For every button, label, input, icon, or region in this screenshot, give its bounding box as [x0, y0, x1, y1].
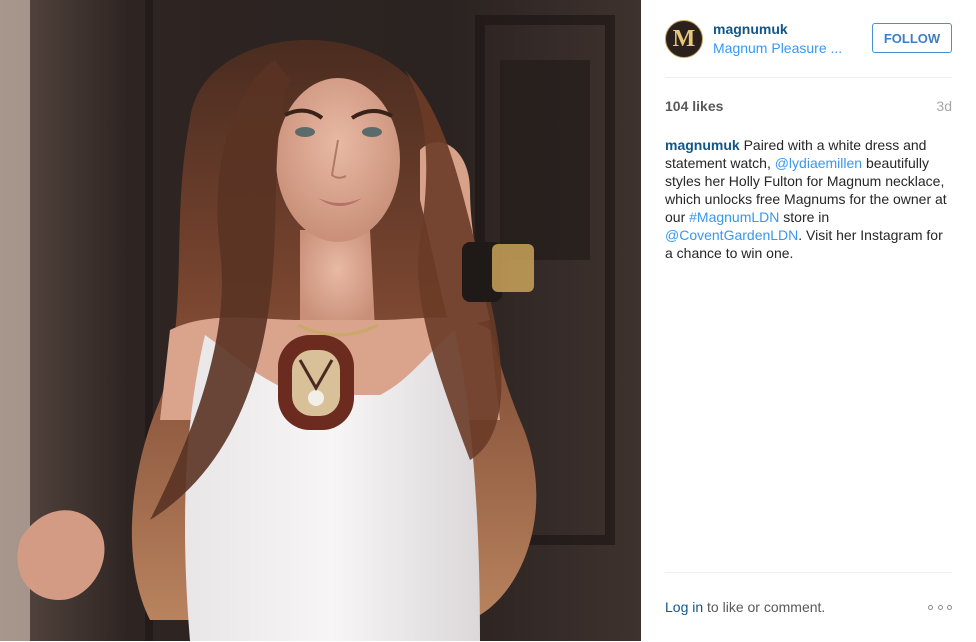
post-timestamp[interactable]: 3d — [936, 98, 952, 114]
post-details-panel: M magnumuk Magnum Pleasure ... FOLLOW 10… — [641, 0, 976, 641]
post-photo[interactable] — [0, 0, 641, 641]
username-link[interactable]: magnumuk — [713, 21, 788, 37]
dot-icon — [937, 604, 943, 610]
likes-count[interactable]: 104 likes — [665, 98, 723, 114]
dot-icon — [928, 604, 933, 610]
profile-avatar[interactable]: M — [665, 20, 703, 58]
mention-link[interactable]: @lydiaemillen — [775, 155, 862, 171]
mention-link[interactable]: @CoventGardenLDN — [665, 227, 798, 243]
caption-author-link[interactable]: magnumuk — [665, 137, 740, 153]
post-photo-illustration — [0, 0, 641, 641]
location-link[interactable]: Magnum Pleasure ... — [713, 40, 842, 56]
dot-icon — [947, 604, 952, 610]
caption-text: store in — [779, 209, 830, 225]
login-prompt: Log in to like or comment. — [665, 599, 825, 615]
post-header: M magnumuk Magnum Pleasure ... FOLLOW — [665, 0, 952, 78]
hashtag-link[interactable]: #MagnumLDN — [689, 209, 779, 225]
login-prompt-text: to like or comment. — [703, 599, 826, 615]
more-options-icon[interactable] — [928, 598, 952, 616]
post-footer: Log in to like or comment. — [665, 572, 952, 642]
post-caption: magnumuk Paired with a white dress and s… — [665, 136, 952, 262]
avatar-logo-letter: M — [672, 26, 696, 52]
login-link[interactable]: Log in — [665, 599, 703, 615]
follow-button[interactable]: FOLLOW — [872, 23, 952, 53]
likes-row: 104 likes 3d — [665, 98, 952, 116]
